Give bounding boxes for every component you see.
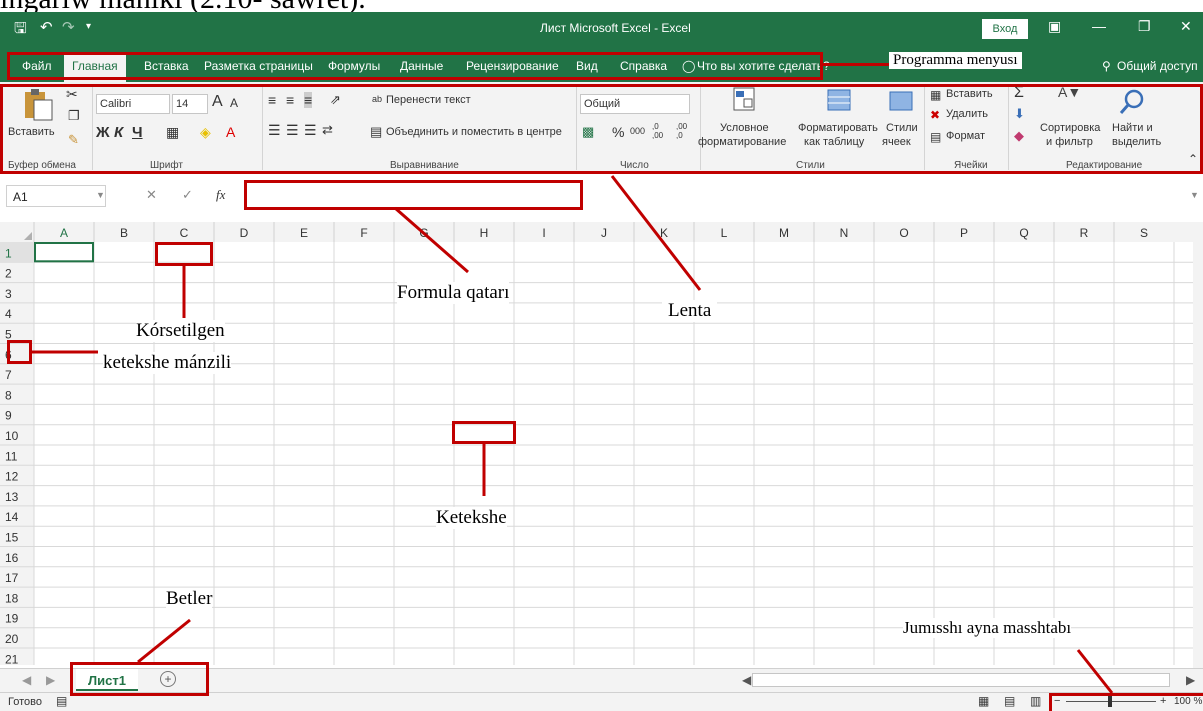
name-box-dropdown-icon[interactable]: ▼ bbox=[96, 190, 105, 200]
row-header[interactable]: 16 bbox=[5, 551, 19, 565]
menu-callout-line bbox=[823, 63, 889, 66]
column-header[interactable]: Q bbox=[1019, 226, 1028, 240]
title-bar: 🖫 ↶ ↷ ▾ Лист Microsoft Excel - Excel Вхо… bbox=[0, 12, 1203, 44]
column-header[interactable]: A bbox=[60, 226, 68, 240]
restore-icon[interactable]: ❐ bbox=[1138, 18, 1151, 35]
ribbon-highlight-box bbox=[0, 84, 1203, 174]
insert-function-button[interactable]: fx bbox=[216, 187, 225, 203]
row-header[interactable]: 4 bbox=[5, 307, 12, 321]
window-title: Лист Microsoft Excel - Excel bbox=[540, 21, 691, 35]
document-heading: ingariw maniki (2.10- sawret). bbox=[0, 0, 366, 12]
row-header[interactable]: 2 bbox=[5, 267, 12, 281]
macro-record-icon[interactable]: ▤ bbox=[56, 694, 67, 708]
row-6-highlight-box bbox=[7, 340, 32, 364]
column-header[interactable]: E bbox=[300, 226, 308, 240]
address-callout-label-2: ketekshe mánzili bbox=[103, 352, 232, 374]
row-header[interactable]: 11 bbox=[5, 449, 18, 463]
column-header[interactable]: B bbox=[120, 226, 128, 240]
h-scroll-right-icon[interactable]: ▶ bbox=[1186, 673, 1195, 687]
formula-callout-label: Formula qatarı bbox=[397, 282, 510, 304]
formula-input[interactable] bbox=[244, 180, 583, 210]
h-scroll-left-icon[interactable]: ◀ bbox=[742, 673, 751, 687]
share-button[interactable]: Общий доступ bbox=[1117, 59, 1198, 73]
column-headers: A B C D E F G H I J K L M N O P Q R S bbox=[0, 222, 1193, 242]
column-c-highlight-box bbox=[155, 242, 213, 266]
row-header[interactable]: 14 bbox=[5, 510, 19, 524]
status-ready: Готово bbox=[8, 696, 42, 708]
sheets-callout-label: Betler bbox=[166, 588, 213, 610]
row-header[interactable]: 20 bbox=[5, 632, 19, 646]
close-icon[interactable]: ✕ bbox=[1180, 18, 1192, 35]
page-break-view-icon[interactable]: ▥ bbox=[1030, 694, 1041, 708]
save-icon[interactable]: 🖫 bbox=[14, 18, 27, 43]
redo-icon[interactable]: ↷ bbox=[62, 18, 75, 36]
row-header[interactable]: 18 bbox=[5, 591, 19, 605]
cell-highlight-box bbox=[452, 421, 516, 444]
row-header[interactable]: 12 bbox=[5, 470, 19, 484]
ribbon-display-icon[interactable]: ▣ bbox=[1048, 18, 1061, 35]
confirm-entry-icon[interactable]: ✓ bbox=[182, 187, 193, 203]
column-header[interactable]: R bbox=[1080, 226, 1089, 240]
column-header[interactable]: O bbox=[899, 226, 908, 240]
column-header[interactable]: N bbox=[840, 226, 849, 240]
menu-highlight-box bbox=[7, 52, 823, 80]
vertical-scrollbar[interactable] bbox=[1193, 222, 1203, 668]
page-layout-view-icon[interactable]: ▤ bbox=[1004, 694, 1015, 708]
column-header[interactable]: G bbox=[419, 226, 428, 240]
row-header[interactable]: 10 bbox=[5, 429, 19, 443]
cell-callout-label: Ketekshe bbox=[436, 507, 507, 529]
column-header[interactable]: L bbox=[721, 226, 728, 240]
row-header[interactable]: 8 bbox=[5, 388, 12, 402]
next-sheet-icon[interactable]: ▶ bbox=[46, 673, 55, 687]
column-header[interactable]: C bbox=[180, 226, 189, 240]
row-header[interactable]: 7 bbox=[5, 368, 12, 382]
column-header[interactable]: D bbox=[240, 226, 249, 240]
expand-formula-bar-icon[interactable]: ▼ bbox=[1190, 190, 1199, 200]
column-header[interactable]: S bbox=[1140, 226, 1148, 240]
menu-callout-label: Programma menyusı bbox=[889, 52, 1022, 69]
column-header[interactable]: H bbox=[480, 226, 489, 240]
row-header[interactable]: 17 bbox=[5, 571, 19, 585]
row-header[interactable]: 3 bbox=[5, 287, 12, 301]
row-header[interactable]: 15 bbox=[5, 531, 19, 545]
row-header[interactable]: 13 bbox=[5, 490, 19, 504]
row-header-selected[interactable]: 1 bbox=[5, 246, 12, 260]
column-header[interactable]: F bbox=[360, 226, 367, 240]
row-header[interactable]: 19 bbox=[5, 612, 19, 626]
zoom-callout-label: Jumısshı ayna masshtabı bbox=[903, 618, 1072, 638]
person-icon: ⚲ bbox=[1102, 59, 1111, 73]
column-header[interactable]: M bbox=[779, 226, 789, 240]
column-header[interactable]: K bbox=[660, 226, 668, 240]
prev-sheet-icon[interactable]: ◀ bbox=[22, 673, 31, 687]
row-header[interactable]: 9 bbox=[5, 409, 12, 423]
zoom-highlight-box bbox=[1049, 693, 1203, 711]
horizontal-scrollbar[interactable] bbox=[752, 673, 1170, 687]
normal-view-icon[interactable]: ▦ bbox=[978, 694, 989, 708]
undo-icon[interactable]: ↶ bbox=[40, 18, 53, 36]
column-header[interactable]: I bbox=[542, 226, 545, 240]
customize-quick-access-icon[interactable]: ▾ bbox=[86, 21, 91, 32]
name-box[interactable]: A1 bbox=[6, 185, 106, 207]
column-header-strip: A B C D E F G H I J K L M N O P Q R S bbox=[0, 222, 1193, 242]
column-header[interactable]: P bbox=[960, 226, 968, 240]
minimize-icon[interactable]: — bbox=[1092, 18, 1106, 34]
formula-bar: A1 ▼ ✕ ✓ fx ▼ bbox=[0, 178, 1203, 214]
column-header[interactable]: J bbox=[601, 226, 607, 240]
address-callout-label-1: Kórsetilgen bbox=[136, 320, 225, 342]
sheets-highlight-box bbox=[70, 662, 209, 696]
cancel-entry-icon[interactable]: ✕ bbox=[146, 187, 157, 203]
selected-cell[interactable] bbox=[34, 242, 94, 263]
ribbon-callout-label: Lenta bbox=[662, 300, 718, 322]
row-header[interactable]: 21 bbox=[5, 652, 19, 665]
login-button[interactable]: Вход bbox=[982, 19, 1028, 39]
